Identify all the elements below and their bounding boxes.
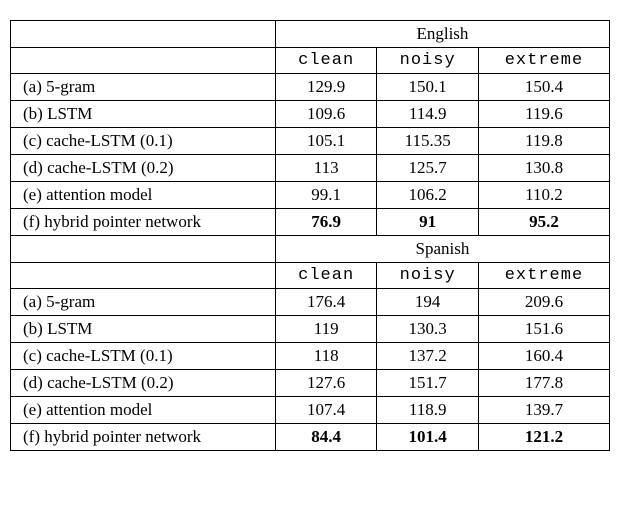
cell: 95.2 <box>478 209 609 236</box>
cell: 139.7 <box>478 397 609 424</box>
col-noisy: noisy <box>377 263 479 289</box>
empty-cell <box>11 21 276 48</box>
table-row: (c) cache-LSTM (0.1) 118 137.2 160.4 <box>11 343 610 370</box>
row-label: (c) cache-LSTM (0.1) <box>11 128 276 155</box>
table-row: (a) 5-gram 129.9 150.1 150.4 <box>11 74 610 101</box>
cell: 84.4 <box>275 424 377 451</box>
row-label: (b) LSTM <box>11 101 276 128</box>
results-table: English clean noisy extreme (a) 5-gram 1… <box>10 20 610 451</box>
row-label: (d) cache-LSTM (0.2) <box>11 370 276 397</box>
table-row: (c) cache-LSTM (0.1) 105.1 115.35 119.8 <box>11 128 610 155</box>
table-row: (f) hybrid pointer network 84.4 101.4 12… <box>11 424 610 451</box>
cell: 119.6 <box>478 101 609 128</box>
row-label: (e) attention model <box>11 182 276 209</box>
cell: 101.4 <box>377 424 479 451</box>
empty-cell <box>11 236 276 263</box>
table-row: (d) cache-LSTM (0.2) 113 125.7 130.8 <box>11 155 610 182</box>
cell: 129.9 <box>275 74 377 101</box>
empty-cell <box>11 263 276 289</box>
table-row: (a) 5-gram 176.4 194 209.6 <box>11 289 610 316</box>
cell: 127.6 <box>275 370 377 397</box>
cell: 130.8 <box>478 155 609 182</box>
cell: 107.4 <box>275 397 377 424</box>
cell: 109.6 <box>275 101 377 128</box>
col-clean: clean <box>275 48 377 74</box>
table-row: (e) attention model 99.1 106.2 110.2 <box>11 182 610 209</box>
cell: 177.8 <box>478 370 609 397</box>
row-label: (f) hybrid pointer network <box>11 209 276 236</box>
col-extreme: extreme <box>478 48 609 74</box>
empty-cell <box>11 48 276 74</box>
cell: 110.2 <box>478 182 609 209</box>
cell: 151.6 <box>478 316 609 343</box>
cell: 137.2 <box>377 343 479 370</box>
cell: 118 <box>275 343 377 370</box>
cell: 76.9 <box>275 209 377 236</box>
table-row: (b) LSTM 119 130.3 151.6 <box>11 316 610 343</box>
column-header-row: clean noisy extreme <box>11 48 610 74</box>
cell: 125.7 <box>377 155 479 182</box>
table-row: (d) cache-LSTM (0.2) 127.6 151.7 177.8 <box>11 370 610 397</box>
column-header-row: clean noisy extreme <box>11 263 610 289</box>
cell: 105.1 <box>275 128 377 155</box>
cell: 99.1 <box>275 182 377 209</box>
cell: 209.6 <box>478 289 609 316</box>
row-label: (b) LSTM <box>11 316 276 343</box>
section-title: Spanish <box>275 236 609 263</box>
cell: 151.7 <box>377 370 479 397</box>
cell: 119 <box>275 316 377 343</box>
section-header-row: English <box>11 21 610 48</box>
row-label: (a) 5-gram <box>11 289 276 316</box>
cell: 160.4 <box>478 343 609 370</box>
cell: 130.3 <box>377 316 479 343</box>
table-row: (f) hybrid pointer network 76.9 91 95.2 <box>11 209 610 236</box>
row-label: (c) cache-LSTM (0.1) <box>11 343 276 370</box>
cell: 91 <box>377 209 479 236</box>
col-noisy: noisy <box>377 48 479 74</box>
row-label: (a) 5-gram <box>11 74 276 101</box>
row-label: (e) attention model <box>11 397 276 424</box>
cell: 176.4 <box>275 289 377 316</box>
cell: 113 <box>275 155 377 182</box>
cell: 118.9 <box>377 397 479 424</box>
table-row: (b) LSTM 109.6 114.9 119.6 <box>11 101 610 128</box>
cell: 114.9 <box>377 101 479 128</box>
cell: 106.2 <box>377 182 479 209</box>
col-clean: clean <box>275 263 377 289</box>
col-extreme: extreme <box>478 263 609 289</box>
row-label: (f) hybrid pointer network <box>11 424 276 451</box>
cell: 119.8 <box>478 128 609 155</box>
cell: 150.4 <box>478 74 609 101</box>
table-row: (e) attention model 107.4 118.9 139.7 <box>11 397 610 424</box>
cell: 150.1 <box>377 74 479 101</box>
cell: 194 <box>377 289 479 316</box>
section-title: English <box>275 21 609 48</box>
cell: 121.2 <box>478 424 609 451</box>
section-header-row: Spanish <box>11 236 610 263</box>
row-label: (d) cache-LSTM (0.2) <box>11 155 276 182</box>
cell: 115.35 <box>377 128 479 155</box>
